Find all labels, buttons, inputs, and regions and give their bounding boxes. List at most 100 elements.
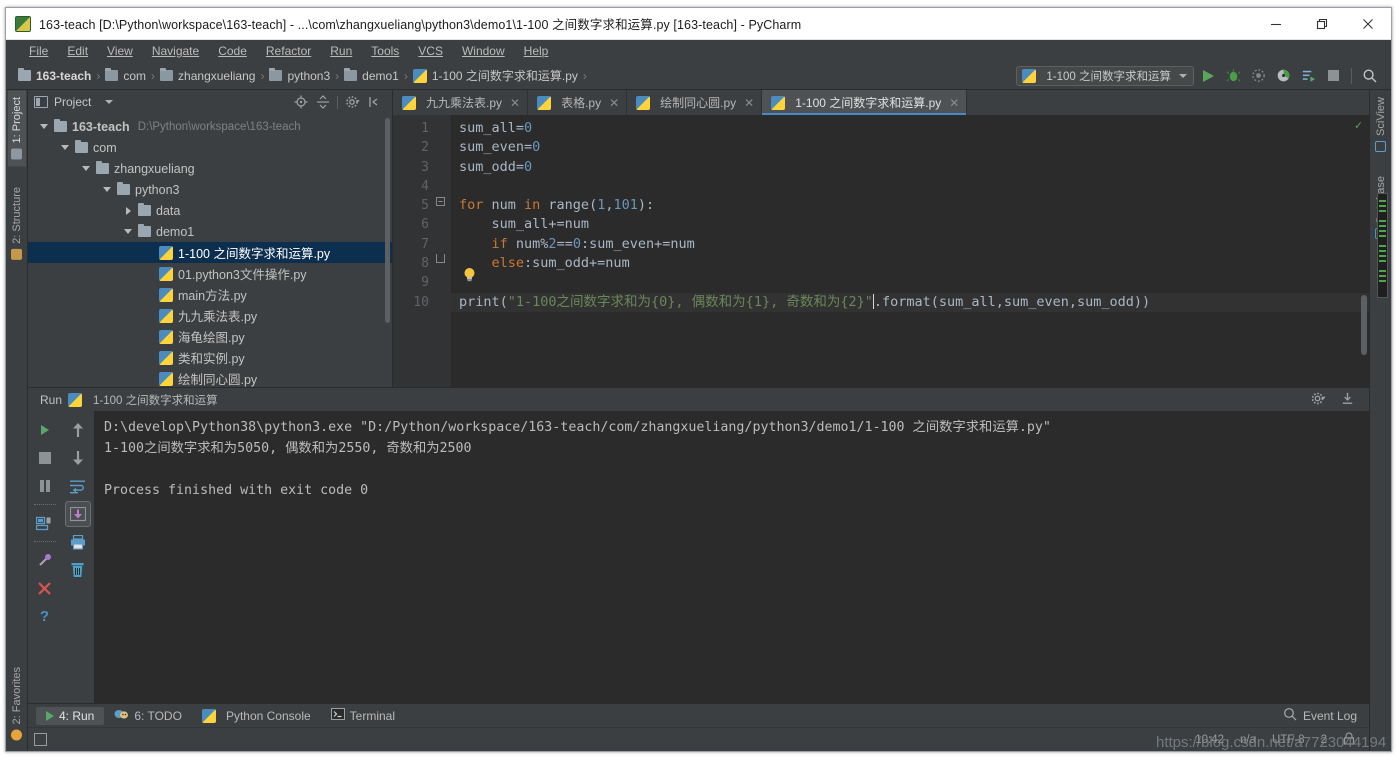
inspection-status-icon[interactable]: ✓ — [1355, 118, 1362, 132]
console-line-3: Process finished with exit code 0 — [104, 483, 369, 498]
close-button[interactable] — [1345, 8, 1391, 40]
debug-button[interactable] — [1222, 65, 1244, 87]
code-token: range( — [540, 197, 598, 214]
chevron-right-icon[interactable] — [122, 206, 134, 215]
rerun-button[interactable] — [1297, 65, 1319, 87]
status-tab-todo[interactable]: 6: TODO — [104, 706, 192, 726]
soft-wrap-icon[interactable] — [65, 473, 91, 499]
pin-icon[interactable] — [32, 547, 58, 573]
tree-row[interactable]: main方法.py — [28, 284, 392, 305]
print-settings-icon[interactable] — [32, 510, 58, 536]
coverage-button[interactable] — [1247, 65, 1269, 87]
toggle-toolwindows-icon[interactable] — [34, 733, 47, 746]
breadcrumb-item-5[interactable]: 1-100 之间数字求和运算.py — [432, 67, 578, 84]
help-icon[interactable]: ? — [32, 603, 58, 629]
tree-row[interactable]: 1-100 之间数字求和运算.py — [28, 242, 392, 263]
code-fold-icon[interactable]: − — [436, 197, 445, 206]
breadcrumb-item-0[interactable]: 163-teach — [36, 69, 91, 83]
trash-icon[interactable] — [65, 557, 91, 583]
tree-scrollbar[interactable] — [385, 118, 390, 323]
menu-tools[interactable]: Tools — [362, 42, 408, 60]
folder-icon — [269, 68, 283, 81]
print-icon[interactable] — [65, 529, 91, 555]
menu-edit[interactable]: Edit — [58, 42, 97, 60]
run-console-output[interactable]: D:\develop\Python38\python3.exe "D:/Pyth… — [94, 411, 1369, 703]
code-fold-end-icon[interactable] — [436, 254, 445, 263]
sidebar-item-structure[interactable]: 2: Structure — [8, 180, 26, 267]
scroll-up-icon[interactable] — [65, 417, 91, 443]
status-tab-python-console[interactable]: Python Console — [192, 707, 321, 725]
run-button[interactable] — [1197, 65, 1219, 87]
sidebar-item-project[interactable]: 1: Project — [7, 90, 26, 167]
tree-row[interactable]: 绘制同心圆.py — [28, 368, 392, 387]
tree-row[interactable]: zhangxueliang — [28, 158, 392, 179]
hide-icon[interactable] — [1340, 391, 1355, 409]
chevron-down-icon[interactable] — [105, 100, 114, 104]
chevron-down-icon[interactable] — [122, 229, 134, 234]
scroll-down-icon[interactable] — [65, 445, 91, 471]
tree-row[interactable]: com — [28, 137, 392, 158]
gear-icon[interactable] — [1311, 391, 1326, 409]
chevron-down-icon[interactable] — [38, 124, 50, 129]
status-tab-terminal[interactable]: Terminal — [321, 706, 405, 725]
close-icon[interactable] — [32, 575, 58, 601]
editor-tab-3[interactable]: 1-100 之间数字求和运算.py ✕ — [762, 90, 968, 115]
event-log-label[interactable]: Event Log — [1303, 709, 1357, 723]
intention-bulb-icon[interactable] — [463, 267, 476, 282]
tree-row[interactable]: 海龟绘图.py — [28, 326, 392, 347]
breadcrumb-item-3[interactable]: python3 — [287, 69, 330, 83]
toolbar-divider — [1351, 67, 1352, 84]
menu-file[interactable]: File — [20, 42, 57, 60]
menu-help[interactable]: Help — [515, 42, 558, 60]
close-icon[interactable]: ✕ — [949, 96, 959, 110]
close-icon[interactable]: ✕ — [609, 96, 619, 110]
chevron-down-icon[interactable] — [59, 145, 71, 150]
close-icon[interactable]: ✕ — [744, 96, 754, 110]
hide-panel-icon[interactable] — [367, 95, 382, 110]
maximize-button[interactable] — [1299, 8, 1345, 40]
editor-tab-0[interactable]: 九九乘法表.py ✕ — [393, 90, 529, 115]
scroll-to-end-icon[interactable] — [64, 501, 91, 527]
breadcrumb-item-2[interactable]: zhangxueliang — [178, 69, 255, 83]
run-configuration-selector[interactable]: 1-100 之间数字求和运算 — [1016, 65, 1194, 86]
menu-navigate[interactable]: Navigate — [143, 42, 208, 60]
chevron-down-icon[interactable] — [101, 187, 113, 192]
profile-button[interactable] — [1272, 65, 1294, 87]
tree-row[interactable]: 163-teach D:\Python\workspace\163-teach — [28, 116, 392, 137]
code-content[interactable]: sum_all=0 sum_even=0 sum_odd=0 for num i… — [451, 115, 1369, 387]
sidebar-item-sciview[interactable]: SciView — [1372, 90, 1390, 159]
menu-code[interactable]: Code — [209, 42, 256, 60]
chevron-down-icon[interactable] — [80, 166, 92, 171]
editor-tab-2[interactable]: 绘制同心圆.py ✕ — [627, 90, 763, 115]
minimize-button[interactable] — [1253, 8, 1299, 40]
close-icon[interactable]: ✕ — [510, 96, 520, 110]
tree-row[interactable]: 九九乘法表.py — [28, 305, 392, 326]
gear-icon[interactable] — [345, 95, 360, 110]
editor-tab-1[interactable]: 表格.py ✕ — [528, 90, 628, 115]
search-everywhere-button[interactable] — [1359, 65, 1381, 87]
menu-window[interactable]: Window — [453, 42, 514, 60]
tree-row[interactable]: data — [28, 200, 392, 221]
collapse-all-icon[interactable] — [315, 95, 330, 110]
sidebar-item-favorites[interactable]: 2: Favorites — [8, 660, 26, 747]
menu-vcs[interactable]: VCS — [409, 42, 452, 60]
menu-view[interactable]: View — [98, 42, 142, 60]
breadcrumb-item-4[interactable]: demo1 — [362, 69, 399, 83]
tree-row[interactable]: 类和实例.py — [28, 347, 392, 368]
stop-button[interactable] — [1322, 65, 1344, 87]
editor-minimap[interactable] — [1377, 193, 1388, 298]
tree-row[interactable]: python3 — [28, 179, 392, 200]
pause-icon[interactable] — [32, 473, 58, 499]
menu-refactor[interactable]: Refactor — [257, 42, 320, 60]
tree-row[interactable]: demo1 — [28, 221, 392, 242]
locate-icon[interactable] — [293, 95, 308, 110]
status-tab-run[interactable]: 4: Run — [36, 706, 105, 725]
project-tree[interactable]: 163-teach D:\Python\workspace\163-teach co… — [28, 114, 392, 387]
tree-row[interactable]: 01.python3文件操作.py — [28, 263, 392, 284]
editor-scrollbar[interactable] — [1361, 295, 1367, 355]
tree-row-label: com — [93, 140, 117, 155]
stop-icon[interactable] — [32, 445, 58, 471]
rerun-icon[interactable] — [32, 417, 58, 443]
breadcrumb-item-1[interactable]: com — [123, 69, 146, 83]
menu-run[interactable]: Run — [321, 42, 361, 60]
